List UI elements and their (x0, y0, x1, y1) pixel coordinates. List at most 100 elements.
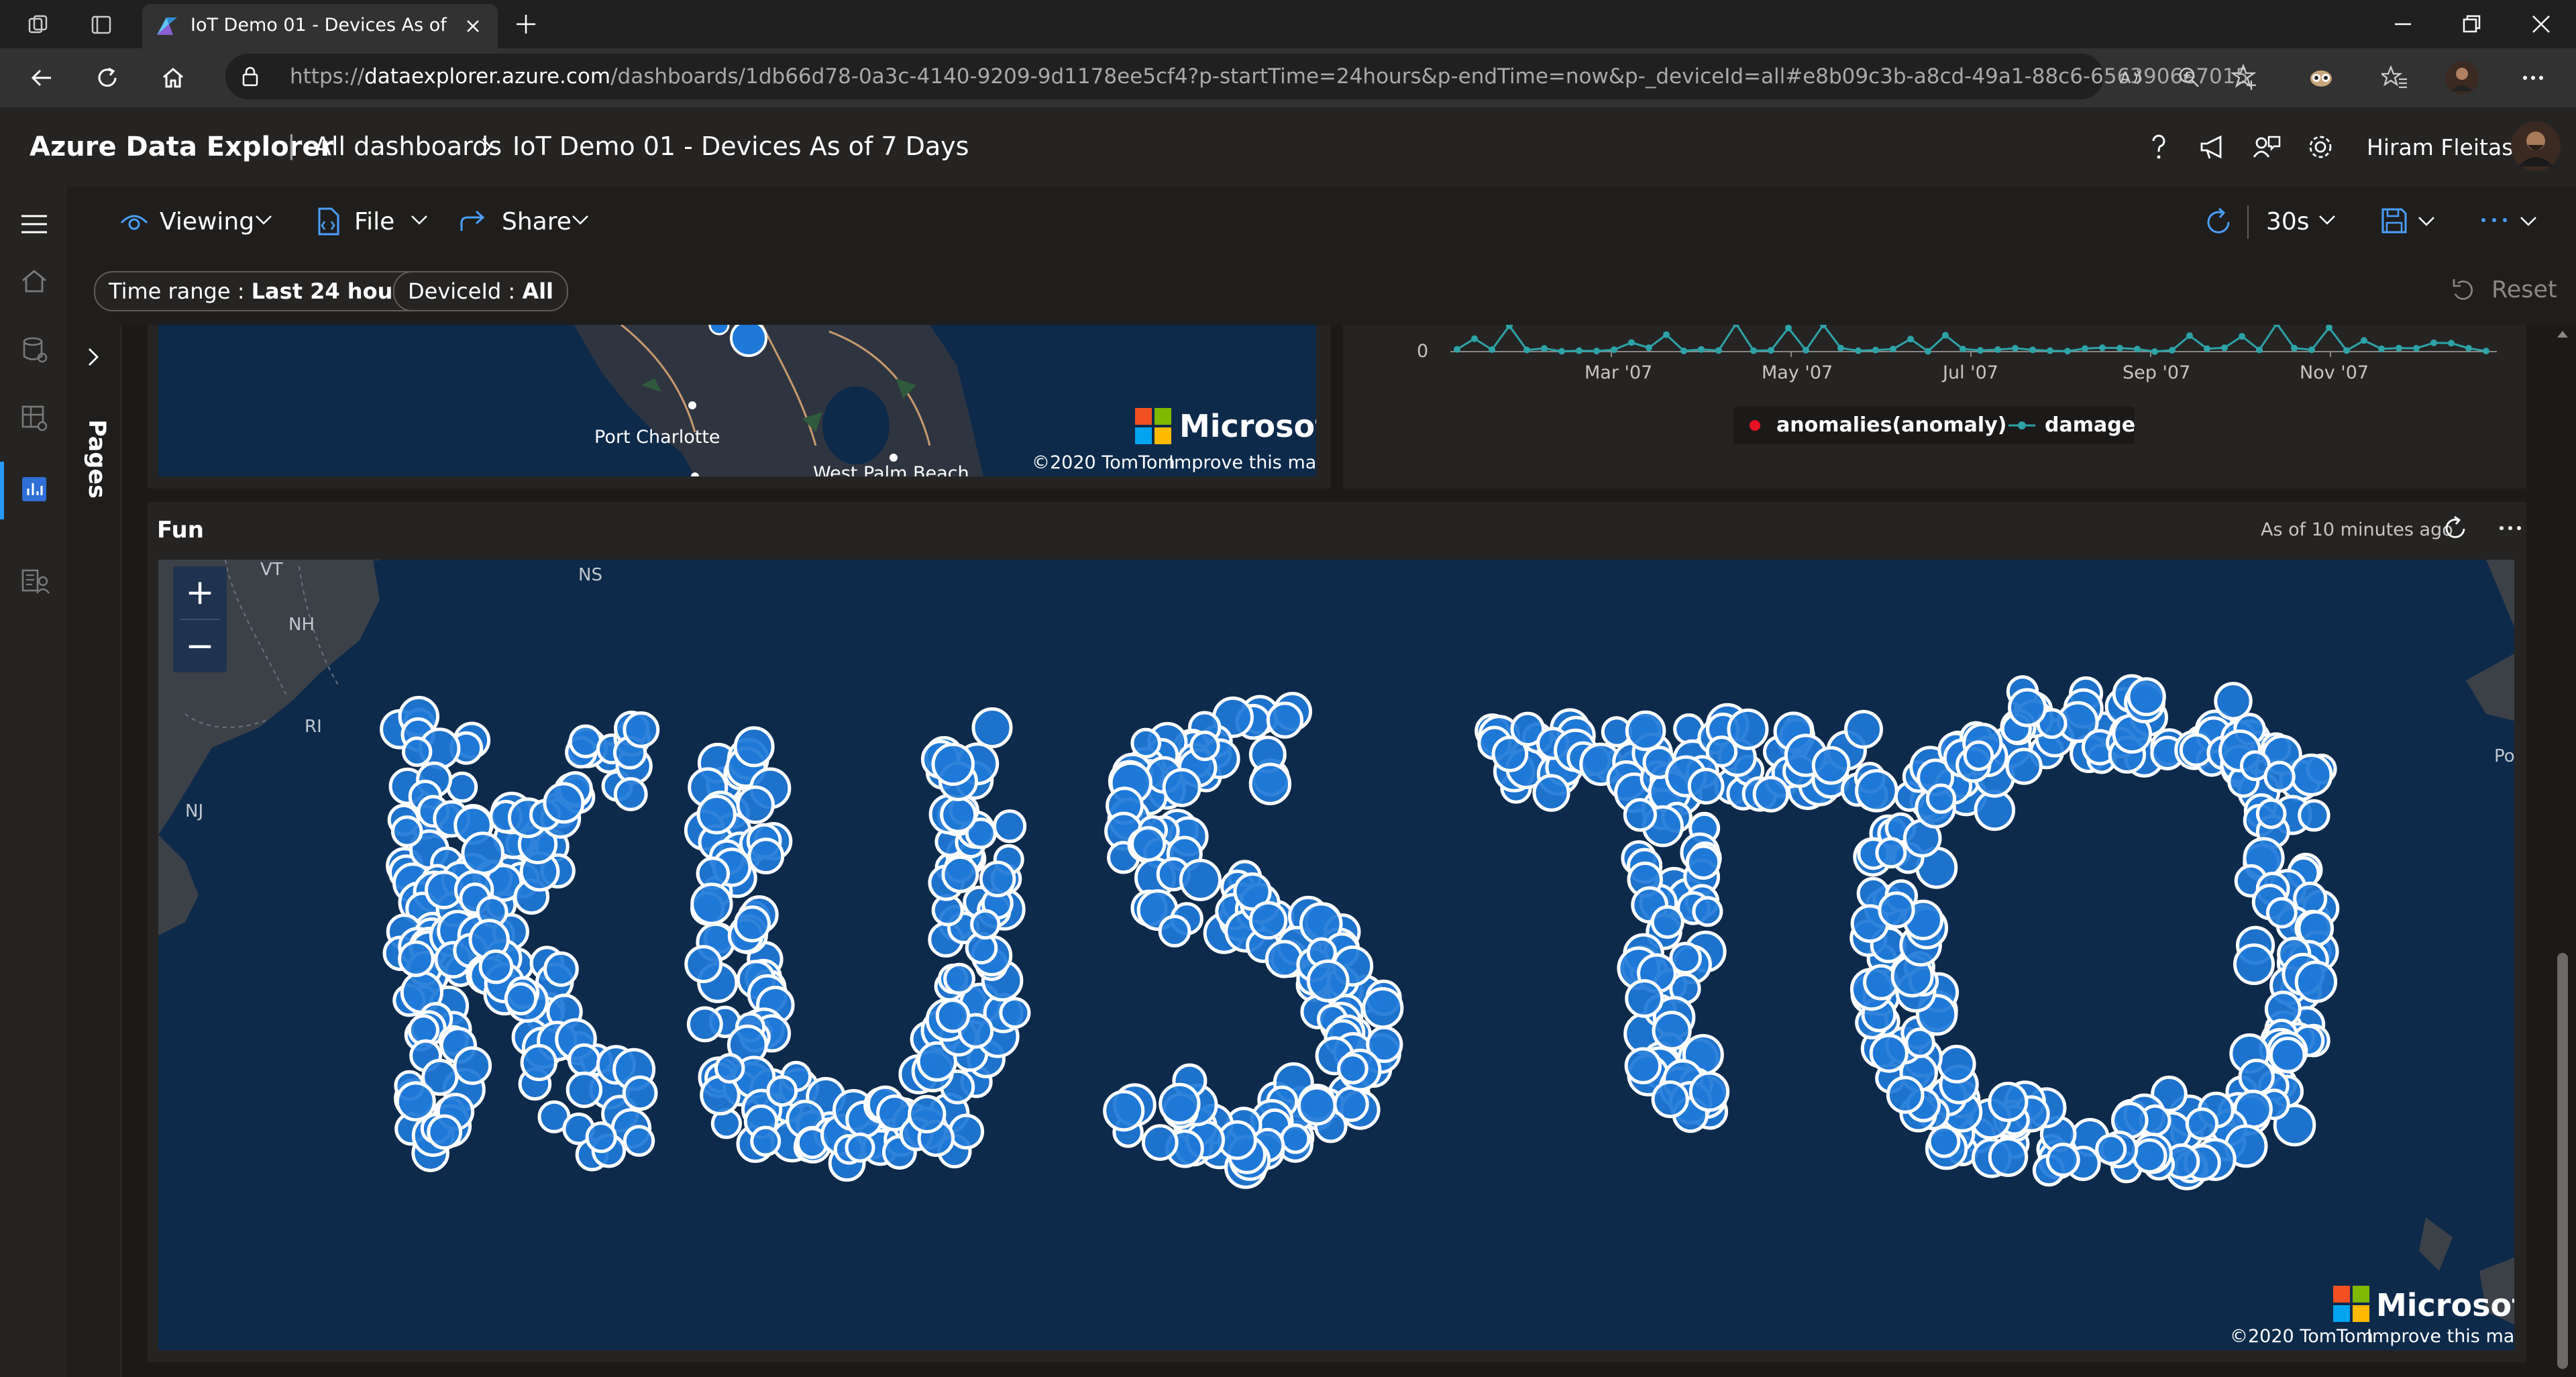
app-header: Azure Data Explorer | All dashboards IoT… (0, 107, 2576, 187)
damage-point (2169, 346, 2176, 354)
more-options-icon[interactable] (2478, 209, 2510, 231)
home-icon[interactable] (160, 64, 186, 91)
map-copyright: ©2020 TomTom (2230, 1326, 2373, 1347)
lock-icon[interactable] (240, 66, 260, 87)
damage-point (2483, 348, 2489, 355)
device-map[interactable]: Port Charlotte West Palm Beach Microsoft… (158, 325, 1316, 476)
nav-admin-icon[interactable] (20, 566, 50, 596)
read-aloud-icon[interactable]: A (2118, 64, 2144, 90)
hamburger-menu-icon[interactable] (19, 211, 50, 238)
damage-point (1611, 346, 1617, 354)
map-marker[interactable] (702, 325, 782, 358)
file-icon (315, 207, 341, 236)
file-menu[interactable]: File (315, 203, 449, 240)
refresh-page-icon[interactable] (94, 64, 121, 91)
browser-menu-icon[interactable] (2520, 64, 2546, 91)
chevron-down-icon (2317, 212, 2337, 228)
feedback-icon[interactable] (2251, 133, 2282, 162)
map-bubble (1811, 746, 1851, 785)
expand-pages-chevron-icon[interactable] (83, 344, 103, 370)
workspaces-icon[interactable] (27, 13, 50, 36)
nav-dashboards-icon[interactable] (20, 475, 48, 503)
tab-actions-icon[interactable] (90, 13, 113, 36)
kusto-word-bubbles (380, 674, 2340, 1190)
microsoft-logo-icon (2333, 1286, 2369, 1322)
map-bubble (1878, 891, 1915, 929)
scroll-up-icon[interactable] (2556, 329, 2569, 340)
nav-query-icon[interactable] (20, 404, 48, 432)
close-tab-icon[interactable] (463, 16, 483, 36)
help-icon[interactable] (2144, 132, 2174, 162)
save-options-chevron-icon[interactable] (2416, 213, 2436, 230)
viewing-mode-dropdown[interactable]: Viewing (119, 203, 321, 240)
map-bubble (1752, 776, 1790, 813)
map-bubble (543, 951, 579, 987)
map-bubble (1337, 1053, 1368, 1084)
damage-point (1803, 346, 1809, 354)
favorites-icon[interactable] (2381, 64, 2408, 91)
tab-title: IoT Demo 01 - Devices As of 7 Da (191, 15, 452, 36)
dashboard-toolbar: Viewing File Share 30s (67, 187, 2576, 256)
scrollbar-thumb[interactable] (2557, 953, 2568, 1369)
new-tab-icon[interactable] (514, 12, 538, 36)
map-bubble (402, 736, 433, 767)
nav-home-icon[interactable] (20, 267, 48, 295)
restore-window-icon[interactable] (2459, 12, 2483, 36)
map-bubble (1963, 740, 1994, 772)
damage-point (2116, 344, 2123, 352)
map-bubble (478, 949, 514, 984)
map-bubble (931, 742, 975, 786)
tile-refresh-icon[interactable] (2440, 514, 2470, 544)
extension-icon[interactable] (2308, 64, 2334, 91)
legend-damage-label[interactable]: damage (2045, 413, 2135, 437)
undo-icon (2450, 276, 2478, 305)
damage-point (2361, 337, 2367, 344)
reset-button[interactable]: Reset (2450, 274, 2571, 307)
time-range-filter[interactable]: Time range : Last 24 hours (94, 271, 431, 311)
back-icon[interactable] (28, 64, 55, 91)
user-name[interactable]: Hiram Fleitas (2367, 134, 2513, 160)
kusto-bubble-map[interactable]: VT NS NH RI NJ Po + − Microsoft ©2020 To… (158, 560, 2514, 1350)
minimize-window-icon[interactable] (2391, 12, 2415, 36)
browser-tab[interactable]: IoT Demo 01 - Devices As of 7 Da (142, 4, 498, 48)
announcements-icon[interactable] (2198, 133, 2229, 162)
refresh-dashboard-icon[interactable] (2202, 205, 2235, 239)
damage-point (1715, 347, 1722, 354)
chevron-down-icon (409, 212, 429, 228)
tile-more-options-icon[interactable] (2497, 518, 2524, 538)
improve-map-link[interactable]: Improve this map (1169, 452, 1316, 473)
damage-point (2465, 345, 2472, 352)
browser-profile-avatar[interactable] (2445, 60, 2479, 95)
map-bubble (504, 982, 538, 1016)
auto-refresh-dropdown[interactable]: 30s (2259, 203, 2347, 240)
url-field[interactable]: https://dataexplorer.azure.com/dashboard… (225, 54, 2249, 99)
damage-point (2239, 333, 2245, 340)
map-bubble (2233, 943, 2275, 985)
damage-point (2151, 348, 2158, 355)
pages-label-container[interactable]: Pages (76, 392, 117, 526)
legend-anomaly-label[interactable]: anomalies(anomaly) (1776, 413, 2006, 437)
map-bubble (1130, 727, 1161, 759)
microsoft-brand: Microsoft (1179, 408, 1316, 444)
add-favorite-icon[interactable] (2231, 63, 2259, 91)
save-icon[interactable] (2380, 207, 2408, 235)
improve-map-link[interactable]: Improve this map (2367, 1326, 2514, 1347)
damage-point (2221, 344, 2228, 352)
map-bubble (736, 785, 775, 824)
map-bubble (1158, 915, 1191, 948)
share-menu[interactable]: Share (459, 203, 606, 240)
user-avatar[interactable] (2510, 121, 2561, 172)
dashboard-scrollbar[interactable] (2549, 325, 2576, 1377)
breadcrumb-all-dashboards[interactable]: All dashboards (314, 132, 502, 161)
damage-point (2204, 345, 2210, 352)
damage-point (1593, 348, 1600, 355)
close-window-icon[interactable] (2529, 12, 2553, 36)
zoom-icon[interactable] (2176, 64, 2202, 90)
map-bubble (750, 1125, 782, 1157)
map-bubble (1130, 826, 1167, 862)
settings-gear-icon[interactable] (2305, 132, 2336, 162)
device-id-filter[interactable]: DeviceId : All (393, 271, 569, 311)
collapse-chevron-icon[interactable] (2518, 213, 2538, 230)
nav-data-icon[interactable] (20, 336, 48, 364)
map-bubble (568, 724, 603, 758)
